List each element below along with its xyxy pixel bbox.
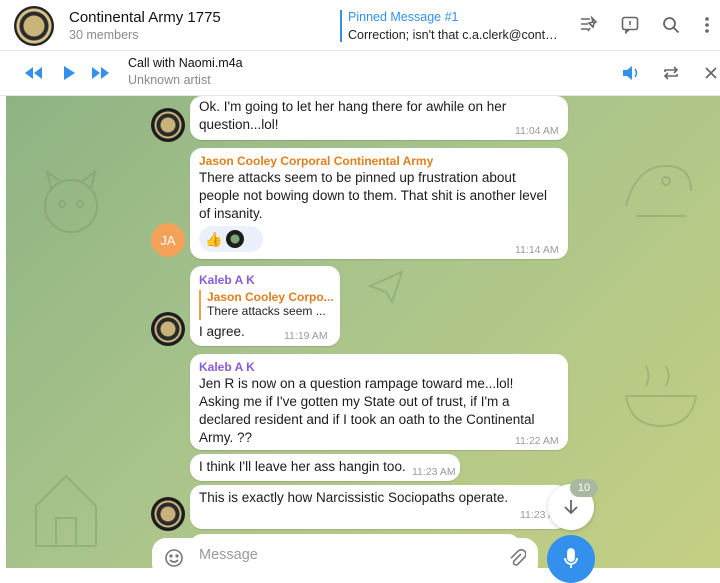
message-bubble[interactable]: Kaleb A K Jen R is now on a question ram…: [190, 354, 568, 450]
sender-avatar[interactable]: JA: [151, 223, 185, 257]
message-bubble[interactable]: I think I'll leave her ass hangin too. 1…: [190, 454, 460, 481]
sender-name[interactable]: Jason Cooley Corporal Continental Army: [199, 154, 433, 168]
message-time: 11:22 AM: [515, 435, 559, 447]
comments-icon[interactable]: [617, 12, 643, 38]
message-time: 11:04 AM: [515, 125, 559, 137]
message-line: There attacks seem to be pinned up frust…: [199, 170, 516, 185]
message-input[interactable]: [197, 546, 501, 564]
message-time: 11:19 AM: [284, 330, 328, 342]
sender-name[interactable]: Kaleb A K: [199, 360, 255, 374]
reply-text: There attacks seem ...: [207, 304, 326, 318]
message-bubble[interactable]: Kaleb A K Jason Cooley Corpo... There at…: [190, 266, 340, 346]
message-line: Ok. I'm going to let her hang there for …: [199, 99, 507, 114]
message-bubble[interactable]: This is exactly how Narcissistic Sociopa…: [190, 485, 568, 529]
sender-name[interactable]: Kaleb A K: [199, 273, 255, 287]
message-text: There attacks seem to be pinned up frust…: [199, 169, 547, 223]
group-avatar[interactable]: [14, 6, 54, 46]
doodle-dog-icon: [625, 164, 692, 217]
sender-avatar[interactable]: [151, 312, 185, 346]
play-icon[interactable]: [58, 63, 80, 83]
attach-icon[interactable]: [508, 548, 527, 573]
message-text: Ok. I'm going to let her hang there for …: [199, 98, 506, 134]
pin-list-icon[interactable]: [576, 12, 602, 38]
group-title[interactable]: Continental Army 1775: [69, 9, 221, 26]
message-line: question...lol!: [199, 117, 279, 132]
message-time: 11:23 AM: [412, 466, 456, 478]
message-line: of insanity.: [199, 206, 263, 221]
doodle-house-icon: [35, 474, 97, 547]
message-composer: [152, 538, 538, 578]
message-line: Jen R is now on a question rampage towar…: [199, 376, 514, 391]
message-text: This is exactly how Narcissistic Sociopa…: [199, 490, 509, 505]
thumbs-up-reaction[interactable]: 👍: [205, 231, 222, 248]
unread-badge: 10: [570, 479, 598, 497]
pinned-indicator: [340, 10, 342, 42]
rewind-icon[interactable]: [22, 63, 44, 83]
track-artist: Unknown artist: [128, 73, 211, 87]
message-bubble[interactable]: Ok. I'm going to let her hang there for …: [190, 96, 568, 140]
voice-record-button[interactable]: [547, 535, 595, 583]
message-line: declared resident and if I took an oath …: [199, 412, 535, 427]
sender-avatar[interactable]: [151, 108, 185, 142]
search-icon[interactable]: [658, 12, 684, 38]
pinned-text[interactable]: Correction; isn't that c.a.clerk@conti..…: [348, 28, 558, 42]
emoji-icon[interactable]: [164, 548, 184, 573]
more-icon[interactable]: [700, 12, 714, 38]
message-text: I agree.: [199, 324, 245, 339]
repeat-icon[interactable]: [660, 63, 682, 83]
message-line: Asking me if I've gotten my State out of…: [199, 394, 510, 409]
chat-header: Continental Army 1775 30 members Pinned …: [0, 0, 720, 51]
close-icon[interactable]: [700, 63, 720, 83]
member-count: 30 members: [69, 28, 139, 42]
reactor-avatar: [226, 230, 245, 248]
reactions-bar[interactable]: 👍: [199, 226, 263, 252]
doodle-bowl-icon: [624, 365, 698, 428]
message-bubble[interactable]: Jason Cooley Corporal Continental Army T…: [190, 148, 568, 259]
reply-preview[interactable]: Jason Cooley Corpo... There attacks seem…: [199, 290, 334, 320]
pinned-title[interactable]: Pinned Message #1: [348, 10, 459, 24]
chat-background: Ok. I'm going to let her hang there for …: [6, 96, 720, 568]
volume-icon[interactable]: [620, 63, 642, 83]
audio-player-bar: Call with Naomi.m4a Unknown artist: [0, 51, 720, 96]
message-text: I think I'll leave her ass hangin too.: [199, 459, 406, 474]
mic-icon: [564, 548, 578, 568]
doodle-plane-icon: [367, 270, 404, 305]
arrow-down-icon: [564, 500, 578, 515]
message-time: 11:14 AM: [515, 244, 559, 256]
reply-sender: Jason Cooley Corpo...: [207, 290, 334, 304]
message-line: Army. ??: [199, 430, 253, 445]
message-text: Jen R is now on a question rampage towar…: [199, 375, 534, 447]
message-line: people not bowing down to them. That shi…: [199, 188, 547, 203]
sender-avatar[interactable]: [151, 497, 185, 531]
doodle-cat-icon: [44, 169, 98, 233]
track-title[interactable]: Call with Naomi.m4a: [128, 56, 243, 70]
fast-forward-icon[interactable]: [90, 63, 112, 83]
